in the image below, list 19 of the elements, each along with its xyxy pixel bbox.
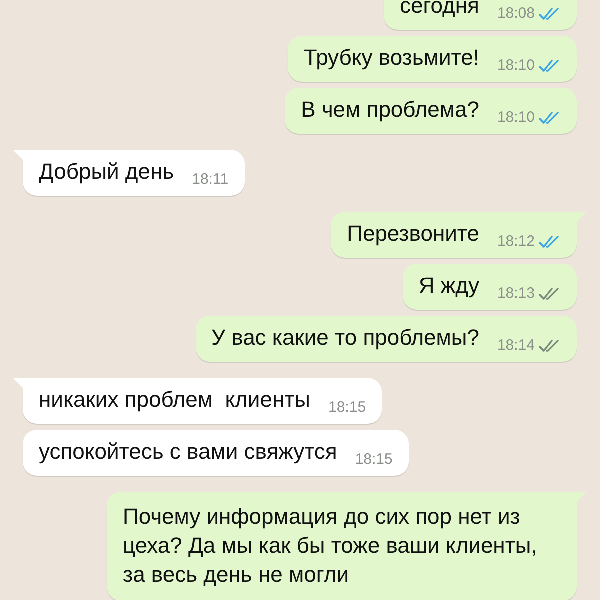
message-time: 18:10 — [497, 56, 535, 76]
message-text: У вас какие то проблемы? — [212, 324, 480, 352]
message-text: успокойтесь с вами свяжутся — [39, 438, 338, 466]
message-text: Я жду — [418, 272, 480, 300]
message-text: Добрый день — [39, 158, 174, 186]
message-time: 18:10 — [497, 108, 535, 128]
message-time: 18:15 — [355, 450, 393, 470]
message-text: никаких проблем клиенты — [39, 386, 310, 414]
message-text: В чем проблема? — [301, 96, 480, 124]
message-time: 18:08 — [497, 4, 535, 24]
message-time: 18:14 — [497, 336, 535, 356]
message-time: 18:12 — [497, 232, 535, 252]
message-text: Почему информация до сих пор нет из цеха? Да мы как бы тоже ваши клиенты, за весь день не могли — [123, 503, 538, 589]
message-time: 18:13 — [497, 284, 535, 304]
message-text: Трубку возьмите! — [304, 44, 480, 72]
message-time: 18:11 — [192, 170, 229, 190]
message-time: 18:15 — [328, 398, 366, 418]
message-text: Перезвоните — [347, 220, 480, 248]
message-text: сегодня — [400, 0, 480, 20]
